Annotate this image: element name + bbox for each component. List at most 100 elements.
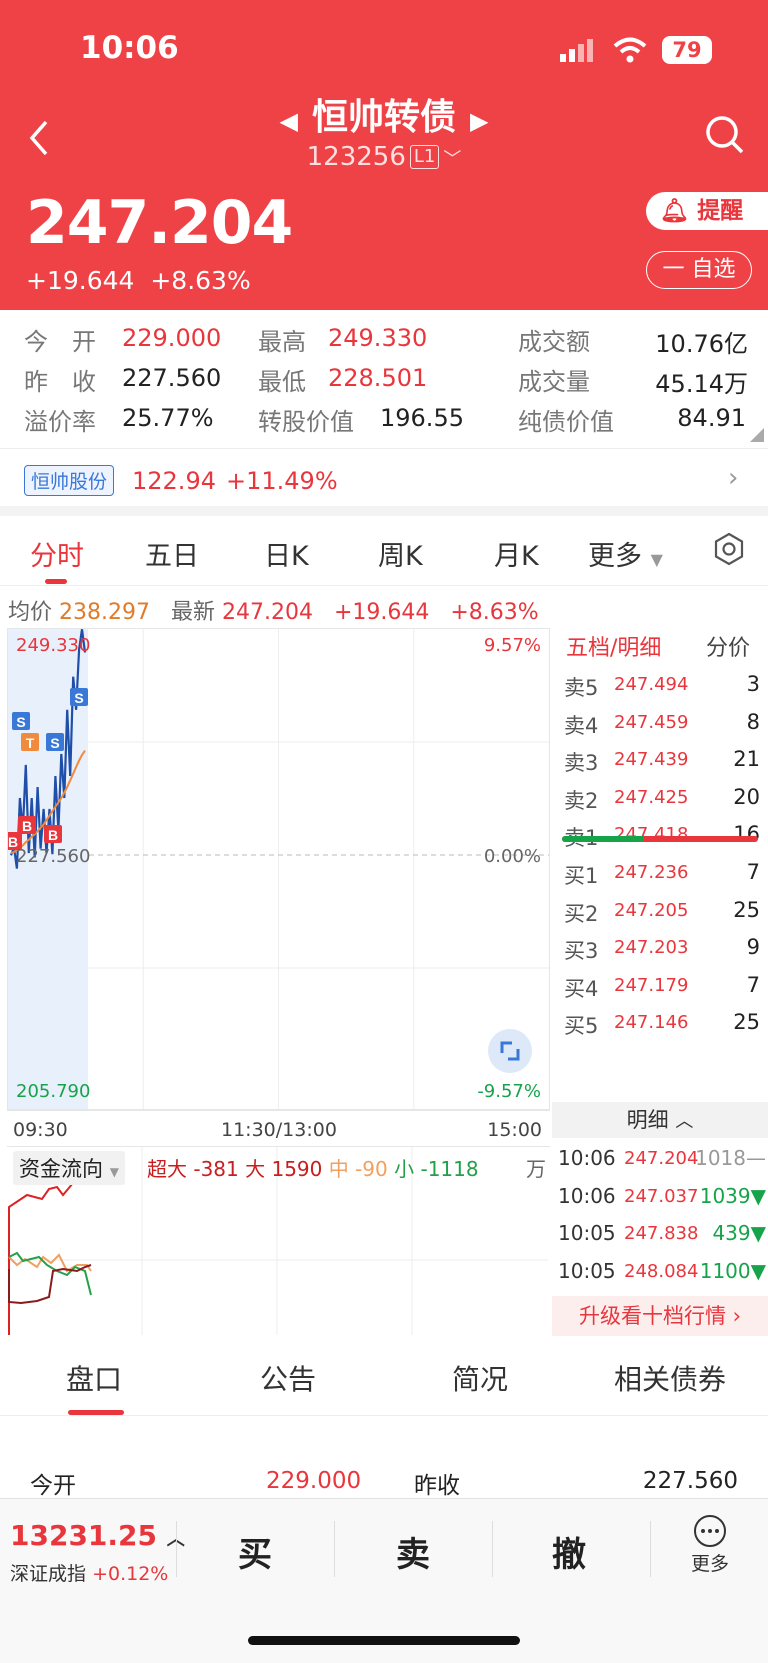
bond-code: 123256 [306, 142, 406, 172]
price-summary-line: 均价 238.297 最新 247.204 +19.644 +8.63% [8, 594, 539, 626]
money-flow-tag: 资金流向 [19, 1157, 103, 1181]
home-indicator[interactable] [248, 1636, 520, 1645]
tab-more[interactable]: 更多 ▼ [588, 534, 663, 573]
tab-profile[interactable]: 简况 [452, 1358, 508, 1398]
y-bot-label: 205.790 [16, 1081, 91, 1102]
expand-corner-icon[interactable] [750, 428, 764, 442]
tab-five-day[interactable]: 五日 [145, 534, 199, 573]
latest-value: 247.204 [222, 600, 313, 625]
ask-row[interactable]: 卖2 247.425 20 [564, 781, 760, 817]
related-stock-row[interactable]: 恒帅股份 122.94 +11.49% › [0, 448, 768, 516]
legend-small-value: -1118 [420, 1157, 479, 1181]
trade-volume: 1100▼ [699, 1258, 766, 1283]
latest-change: +19.644 [333, 600, 430, 625]
ask-row[interactable]: 卖4 247.459 8 [564, 706, 760, 742]
index-ticker[interactable]: 13231.25 ︿ [10, 1519, 185, 1552]
sell-button[interactable]: 卖 [396, 1527, 430, 1576]
watchlist-button[interactable]: 一 自选 [646, 251, 752, 289]
chevron-down-icon[interactable]: ﹀ [443, 149, 461, 170]
tab-monthly-k[interactable]: 月K [494, 534, 539, 573]
bid-row[interactable]: 买4 247.179 7 [564, 969, 760, 1005]
bid-row-price: 247.205 [614, 899, 689, 921]
bid-row[interactable]: 买2 247.205 25 [564, 894, 760, 930]
high-label: 最高 [258, 328, 306, 356]
change-value: +19.644 [26, 266, 135, 295]
conv-value: 196.55 [380, 404, 464, 432]
more-label: 更多 [690, 1553, 729, 1575]
pct-bot-label: -9.57% [477, 1081, 541, 1102]
panel-prev-value: 227.560 [642, 1468, 738, 1494]
trade-marker-label: S [50, 735, 59, 751]
buy-button[interactable]: 买 [238, 1527, 272, 1576]
ask-row-price: 247.439 [614, 749, 689, 770]
tab-related-bonds[interactable]: 相关债券 [614, 1358, 726, 1398]
bell-icon: 🔔︎ [660, 198, 690, 224]
pct-mid-label: 0.00% [483, 846, 541, 867]
tab-announcements[interactable]: 公告 [260, 1358, 316, 1398]
y-top-label: 249.330 [16, 635, 91, 656]
battery-icon: 79 [662, 36, 712, 64]
next-bond-icon[interactable]: ▶ [470, 107, 488, 135]
tab-weekly-k[interactable]: 周K [378, 534, 423, 573]
bid-row-label: 买5 [564, 1014, 599, 1038]
legend-super-label: 超大 [147, 1157, 187, 1181]
prev-bond-icon[interactable]: ◀ [280, 107, 298, 135]
detail-header[interactable]: 明细 ︿ [552, 1102, 768, 1138]
ask-row-volume: 3 [746, 672, 760, 696]
settings-icon[interactable] [712, 532, 746, 570]
cancel-order-button[interactable]: 撤 [552, 1527, 586, 1576]
trade-marker-label: S [74, 690, 83, 706]
level-badge[interactable]: L1 [409, 145, 440, 169]
ask-row-label: 卖4 [564, 713, 599, 738]
bid-row[interactable]: 买5 247.146 25 [564, 1006, 760, 1042]
bid-row[interactable]: 买1 247.236 7 [564, 856, 760, 892]
bid-row[interactable]: 买3 247.203 9 [564, 931, 760, 967]
fullscreen-icon[interactable] [488, 1029, 532, 1073]
buy-sell-ratio-bar [562, 836, 758, 842]
avg-label: 均价 [8, 600, 53, 625]
last-price: 247.204 [26, 188, 293, 258]
caret-down-icon: ▼ [109, 1165, 119, 1179]
legend-mid-value: -90 [355, 1157, 388, 1181]
trade-details: 10:06 247.204 1018— 10:06 247.037 1039▼ 10:05 2… [552, 1140, 768, 1296]
legend-super-value: -381 [193, 1157, 239, 1181]
volume-label: 成交量 [518, 368, 590, 396]
ask-row-volume: 21 [733, 747, 760, 771]
pct-top-label: 9.57% [483, 635, 541, 656]
legend-mid-label: 中 [328, 1157, 349, 1181]
bid-row-label: 买4 [564, 976, 599, 1001]
trade-price: 247.037 [624, 1185, 699, 1207]
time-open: 09:30 [13, 1119, 68, 1141]
ask-row[interactable]: 卖3 247.439 21 [564, 743, 760, 779]
legend-large-value: 1590 [271, 1157, 323, 1181]
tab-intraday[interactable]: 分时 [30, 534, 84, 573]
latest-pct: +8.63% [450, 600, 539, 625]
orderbook-toggle[interactable]: 分价 [706, 630, 750, 662]
signal-icon [560, 38, 604, 68]
amount-label: 成交额 [518, 328, 590, 356]
alert-button[interactable]: 🔔︎ 提醒 [646, 192, 768, 230]
more-button[interactable]: 更多 [680, 1513, 740, 1576]
orderbook-title[interactable]: 五档/明细 [566, 630, 661, 662]
ask-row[interactable]: 卖5 247.494 3 [564, 668, 760, 704]
quote-stats: 今 开 229.000 最高 249.330 成交额 10.76亿 昨 收 22… [0, 310, 768, 448]
search-icon[interactable] [704, 114, 746, 160]
avg-value: 238.297 [59, 600, 150, 625]
money-flow-selector[interactable]: 资金流向 ▼ [13, 1151, 125, 1185]
trade-time: 10:06 [558, 1183, 616, 1208]
tab-daily-k[interactable]: 日K [264, 534, 309, 573]
bid-row-volume: 7 [746, 972, 760, 997]
panel-prev-label: 昨收 [414, 1473, 460, 1499]
money-flow-legend: 超大 -381 大 1590 中 -90 小 -1118 [147, 1153, 479, 1182]
footer-divider [334, 1521, 335, 1577]
footer-divider [650, 1521, 651, 1577]
intraday-chart-svg: ST SSBBB [8, 629, 549, 1109]
index-name-line: 深证成指 +0.12% [10, 1559, 168, 1586]
upgrade-level2-link[interactable]: 升级看十档行情 › [552, 1296, 768, 1336]
trade-marker-label: T [26, 735, 35, 751]
tab-order-panel[interactable]: 盘口 [66, 1358, 122, 1398]
legend-large-label: 大 [245, 1157, 266, 1181]
intraday-chart[interactable]: STSSBBB 249.330 9.57% 227.560 0.00% 205.… [7, 628, 550, 1110]
trade-time: 10:05 [558, 1221, 616, 1245]
tab-underline [45, 579, 67, 584]
